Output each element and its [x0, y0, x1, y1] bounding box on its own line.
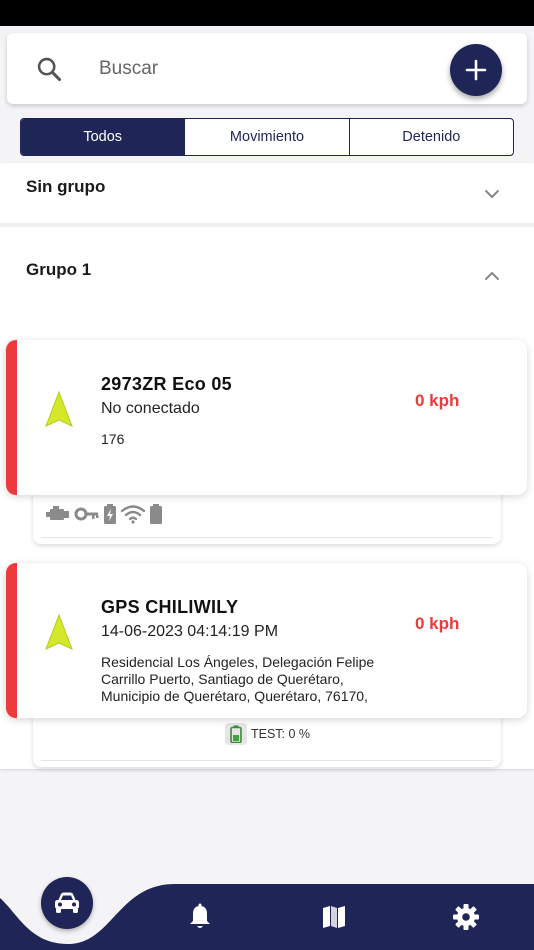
nav-settings[interactable] [452, 903, 480, 931]
sensor-label: TEST: 0 % [251, 727, 311, 741]
engine-icon [46, 506, 69, 520]
vehicle-timestamp: 14-06-2023 04:14:19 PM [101, 623, 279, 640]
search-input[interactable] [99, 51, 429, 87]
tab-movimiento[interactable]: Movimiento [185, 119, 350, 155]
plus-icon [465, 59, 487, 81]
battery-charging-icon [104, 504, 116, 524]
vehicle-detail: 176 [101, 431, 125, 447]
vehicle-card[interactable]: 2973ZR Eco 05 No conectado 176 0 kph [6, 340, 527, 495]
vehicle-status-icons [45, 503, 163, 525]
nav-notifications[interactable] [186, 903, 214, 931]
wifi-icon [120, 505, 146, 524]
filter-tabs: Todos Movimiento Detenido [20, 118, 514, 156]
gear-icon [453, 904, 479, 930]
search-bar [7, 33, 527, 104]
vehicle-status: No conectado [101, 400, 200, 417]
vehicle-card-footer [33, 489, 501, 544]
vehicle-name: GPS CHILIWILY [101, 597, 239, 617]
key-icon [74, 507, 99, 521]
search-icon [37, 57, 62, 82]
group-header-grupo-1[interactable]: Grupo 1 [0, 227, 534, 307]
tab-detenido[interactable]: Detenido [350, 119, 513, 155]
navigation-arrow-icon [45, 390, 73, 427]
chevron-down-icon [485, 190, 499, 198]
battery-level-icon [225, 723, 247, 745]
vehicle-speed: 0 kph [415, 614, 460, 633]
nav-map[interactable] [320, 903, 348, 931]
add-button[interactable] [450, 44, 502, 96]
nav-vehicles-button[interactable] [41, 877, 93, 929]
status-accent-bar [6, 340, 17, 495]
map-icon [323, 906, 345, 928]
vehicle-list: Sin grupo Grupo 1 2973ZR Eco 05 No conec… [0, 163, 534, 769]
vehicle-speed: 0 kph [415, 391, 460, 410]
footer-divider [41, 537, 493, 538]
status-bar [0, 0, 534, 26]
group-title: Grupo 1 [26, 260, 92, 279]
tab-todos[interactable]: Todos [21, 119, 186, 155]
bell-icon [190, 903, 210, 928]
navigation-arrow-icon [45, 613, 73, 650]
sensor-reading: TEST: 0 % [225, 723, 310, 745]
footer-divider [41, 760, 493, 761]
vehicle-name: 2973ZR Eco 05 [101, 374, 232, 394]
vehicle-address: Residencial Los Ángeles, Delegación Feli… [101, 654, 375, 704]
vehicle-card[interactable]: GPS CHILIWILY 14-06-2023 04:14:19 PM Res… [6, 563, 527, 718]
car-icon [55, 892, 79, 913]
group-header-sin-grupo[interactable]: Sin grupo [0, 163, 534, 223]
vehicle-card-footer: TEST: 0 % [33, 712, 501, 767]
chevron-up-icon [485, 272, 499, 280]
battery-icon [150, 504, 162, 524]
group-title: Sin grupo [26, 177, 106, 196]
status-accent-bar [6, 563, 17, 718]
